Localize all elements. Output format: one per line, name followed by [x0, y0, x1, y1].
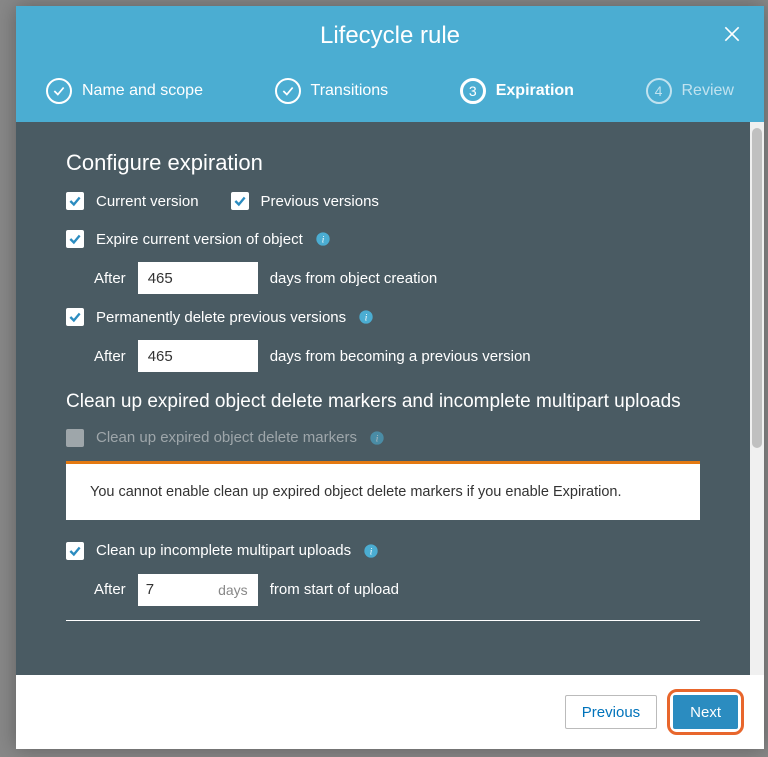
- label-cleanup-markers: Clean up expired object delete markers: [96, 429, 357, 446]
- input-multipart-days[interactable]: [138, 574, 218, 606]
- modal-footer: Previous Next: [16, 675, 764, 749]
- checkbox-current-version[interactable]: [66, 192, 84, 210]
- label-expire-current: Expire current version of object: [96, 231, 303, 248]
- step-label: Name and scope: [82, 82, 203, 100]
- checkbox-expire-current[interactable]: [66, 230, 84, 248]
- step-number: 3: [460, 78, 486, 104]
- version-selector-row: Current version Previous versions: [66, 192, 700, 210]
- checkbox-perm-delete[interactable]: [66, 308, 84, 326]
- section-heading-cleanup: Clean up expired object delete markers a…: [66, 390, 700, 415]
- info-icon[interactable]: i: [369, 430, 385, 446]
- input-expire-current-days[interactable]: [138, 262, 258, 294]
- step-name-and-scope[interactable]: Name and scope: [46, 78, 203, 104]
- wizard-stepper: Name and scope Transitions 3 Expiration …: [36, 66, 744, 122]
- label-perm-delete: Permanently delete previous versions: [96, 309, 346, 326]
- input-perm-delete-days[interactable]: [138, 340, 258, 372]
- label-after: After: [94, 581, 126, 598]
- step-complete-icon: [275, 78, 301, 104]
- modal-body-wrap: Configure expiration Current version Pre…: [16, 122, 764, 675]
- label-after: After: [94, 270, 126, 287]
- warning-box: You cannot enable clean up expired objec…: [66, 461, 700, 520]
- label-perm-delete-suffix: days from becoming a previous version: [270, 348, 531, 365]
- previous-button[interactable]: Previous: [565, 695, 657, 729]
- label-after: After: [94, 348, 126, 365]
- perm-delete-row: Permanently delete previous versions i: [66, 308, 700, 326]
- cleanup-markers-row: Clean up expired object delete markers i: [66, 429, 700, 447]
- perm-delete-after-row: After days from becoming a previous vers…: [94, 340, 700, 372]
- checkbox-previous-versions[interactable]: [231, 192, 249, 210]
- step-transitions[interactable]: Transitions: [275, 78, 389, 104]
- modal-header: Lifecycle rule Name and scope Transition…: [16, 6, 764, 122]
- multipart-after-row: After days from start of upload: [94, 574, 700, 606]
- label-cleanup-multipart: Clean up incomplete multipart uploads: [96, 542, 351, 559]
- svg-text:i: i: [370, 547, 373, 557]
- warning-text: You cannot enable clean up expired objec…: [90, 484, 621, 500]
- next-button-highlight: Next: [667, 689, 744, 735]
- section-heading-configure: Configure expiration: [66, 150, 700, 176]
- divider: [66, 620, 700, 621]
- step-complete-icon: [46, 78, 72, 104]
- label-current-version: Current version: [96, 193, 199, 210]
- close-button[interactable]: [720, 22, 744, 46]
- label-expire-current-suffix: days from object creation: [270, 270, 438, 287]
- cleanup-multipart-row: Clean up incomplete multipart uploads i: [66, 542, 700, 560]
- info-icon[interactable]: i: [363, 543, 379, 559]
- step-review[interactable]: 4 Review: [646, 78, 734, 104]
- info-icon[interactable]: i: [358, 309, 374, 325]
- step-label: Review: [682, 82, 734, 100]
- label-previous-versions: Previous versions: [261, 193, 379, 210]
- input-multipart-days-wrap: days: [138, 574, 258, 606]
- expire-current-after-row: After days from object creation: [94, 262, 700, 294]
- svg-text:i: i: [376, 434, 379, 444]
- svg-text:i: i: [321, 235, 324, 245]
- next-button[interactable]: Next: [673, 695, 738, 729]
- checkbox-cleanup-multipart[interactable]: [66, 542, 84, 560]
- label-multipart-suffix: from start of upload: [270, 581, 399, 598]
- step-number: 4: [646, 78, 672, 104]
- close-icon: [722, 24, 742, 44]
- checkbox-cleanup-markers: [66, 429, 84, 447]
- step-expiration[interactable]: 3 Expiration: [460, 78, 574, 104]
- scrollbar-thumb[interactable]: [752, 128, 762, 448]
- expire-current-row: Expire current version of object i: [66, 230, 700, 248]
- svg-text:i: i: [365, 313, 368, 323]
- label-unit-days: days: [218, 574, 258, 606]
- info-icon[interactable]: i: [315, 231, 331, 247]
- scrollbar[interactable]: [750, 122, 764, 675]
- modal-title: Lifecycle rule: [36, 22, 744, 50]
- lifecycle-rule-modal: Lifecycle rule Name and scope Transition…: [16, 6, 764, 749]
- step-label: Transitions: [311, 82, 389, 100]
- modal-body: Configure expiration Current version Pre…: [16, 122, 750, 675]
- step-label: Expiration: [496, 82, 574, 100]
